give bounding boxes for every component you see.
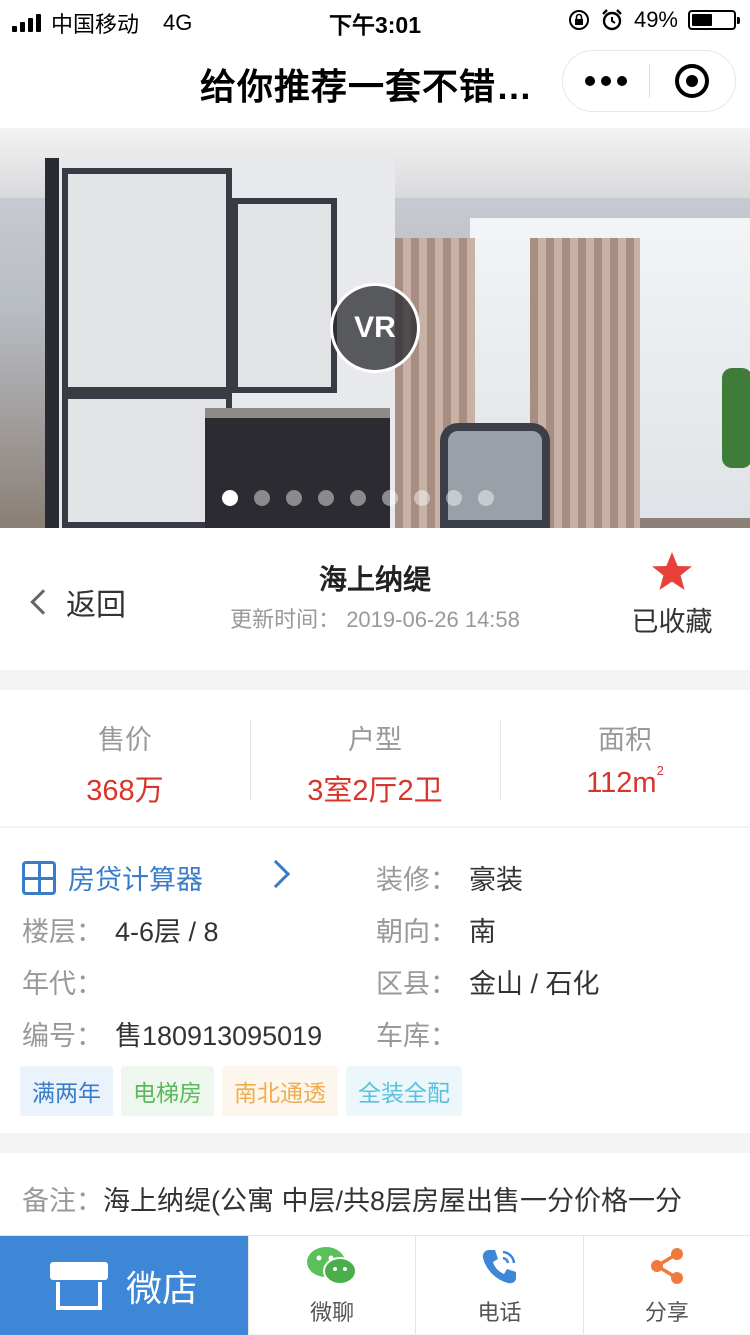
store-icon [49, 1261, 108, 1310]
remark-section: 备注：海上纳缇(公寓 中层/共8层房屋出售一分价格一分 [0, 1153, 750, 1243]
detail-value: 金山 / 石化 [469, 969, 600, 999]
photo-plant [722, 368, 750, 468]
tag-badge: 南北通透 [222, 1066, 338, 1116]
bottom-action-bar: 微店 微聊 电话 分享 [0, 1235, 750, 1335]
chat-label: 微聊 [310, 1300, 355, 1325]
rotation-lock-icon [568, 10, 589, 30]
more-button[interactable] [563, 76, 649, 86]
photo-panel [62, 168, 232, 393]
shop-label: 微店 [125, 1267, 198, 1309]
remark-label: 备注： [22, 1186, 103, 1216]
chevron-right-icon[interactable] [261, 859, 291, 889]
tag-badge: 满两年 [20, 1066, 113, 1116]
carousel-dot [446, 490, 462, 506]
carousel-dot [478, 490, 494, 506]
carousel-dot [286, 490, 302, 506]
tag-badge: 全装全配 [346, 1066, 462, 1116]
share-icon [650, 1248, 683, 1284]
carousel-dot [382, 490, 398, 506]
stat-label: 户型 [348, 725, 402, 755]
shop-button[interactable]: 微店 [0, 1236, 248, 1335]
detail-number: 编号： 售180913095019 [22, 1014, 322, 1053]
calculator-label: 房贷计算器 [68, 865, 203, 895]
calculator-icon [22, 860, 56, 895]
stat-label: 面积 [598, 725, 652, 755]
wechat-icon [307, 1247, 358, 1285]
mortgage-calculator-link[interactable]: 房贷计算器 [22, 858, 203, 897]
detail-value: 南 [469, 917, 496, 947]
photo-panel [232, 198, 337, 393]
detail-label: 区县： [376, 969, 457, 999]
phone-label: 电话 [477, 1300, 522, 1325]
detail-label: 编号： [22, 1021, 103, 1051]
detail-value: 售180913095019 [115, 1021, 323, 1051]
property-header: 返回 海上纳缇 更新时间： 2019-06-26 14:58 已收藏 [0, 528, 750, 670]
battery-percent: 49% [633, 7, 678, 32]
detail-label: 楼层： [22, 917, 103, 947]
carousel-dot [222, 490, 238, 506]
remark-text: 海上纳缇(公寓 中层/共8层房屋出售一分价格一分 [103, 1186, 683, 1216]
phone-icon [483, 1250, 517, 1284]
alarm-icon [602, 9, 622, 31]
detail-garage: 车库： [376, 1014, 469, 1053]
property-photo-carousel[interactable]: VR [0, 128, 750, 528]
phone-button[interactable]: 电话 [415, 1236, 582, 1334]
area-number: 112m [586, 767, 657, 799]
chat-button[interactable]: 微聊 [248, 1236, 415, 1334]
stat-value: 3室2厅2卫 [307, 775, 443, 807]
key-stats: 售价 368万 户型 3室2厅2卫 面积 112m2 [0, 690, 750, 826]
detail-orientation: 朝向： 南 [376, 910, 496, 949]
close-target-icon [675, 64, 710, 98]
stat-price: 售价 368万 [0, 690, 250, 826]
detail-year: 年代： [22, 962, 115, 1001]
carousel-dot [318, 490, 334, 506]
area-unit-sup: 2 [656, 763, 664, 778]
carousel-dot [350, 490, 366, 506]
favorite-label: 已收藏 [631, 607, 713, 637]
star-icon [652, 552, 692, 590]
stat-value: 368万 [86, 775, 164, 807]
detail-decoration: 装修： 豪装 [376, 858, 523, 897]
detail-label: 车库： [376, 1021, 457, 1051]
status-bar: 中国移动 4G 下午3:01 49% [0, 0, 750, 40]
vr-button[interactable]: VR [330, 283, 420, 373]
vr-label: VR [354, 311, 396, 344]
carousel-dot [254, 490, 270, 506]
stat-value: 112m2 [500, 763, 750, 800]
stat-area: 面积 112m2 [500, 690, 750, 826]
battery-icon [688, 10, 740, 30]
tag-badge: 电梯房 [121, 1066, 214, 1116]
page-title: 给你推荐一套不错… [200, 66, 534, 107]
share-label: 分享 [644, 1300, 689, 1325]
stat-label: 售价 [98, 725, 152, 755]
detail-label: 朝向： [376, 917, 457, 947]
detail-label: 装修： [376, 865, 457, 895]
detail-district: 区县： 金山 / 石化 [376, 962, 600, 1001]
more-dots-icon [584, 76, 595, 86]
share-button[interactable]: 分享 [582, 1236, 750, 1334]
carousel-dot [414, 490, 430, 506]
favorite-button[interactable]: 已收藏 [630, 550, 714, 639]
miniprogram-capsule [562, 50, 736, 112]
nav-bar: 给你推荐一套不错… [0, 40, 750, 128]
carousel-indicator [222, 490, 494, 506]
stat-layout: 户型 3室2厅2卫 [250, 690, 500, 826]
photo-cabinet [205, 408, 390, 528]
detail-label: 年代： [22, 969, 103, 999]
property-details: 房贷计算器 装修： 豪装 楼层： 4-6层 / 8 朝向： 南 年代： 区县： 金山 /… [0, 828, 750, 1133]
detail-value: 豪装 [469, 865, 523, 895]
photo-chair [440, 423, 550, 528]
feature-tags: 满两年 电梯房 南北通透 全装全配 [20, 1066, 462, 1116]
close-button[interactable] [650, 64, 736, 98]
detail-floor: 楼层： 4-6层 / 8 [22, 910, 219, 949]
detail-value: 4-6层 / 8 [115, 917, 219, 947]
